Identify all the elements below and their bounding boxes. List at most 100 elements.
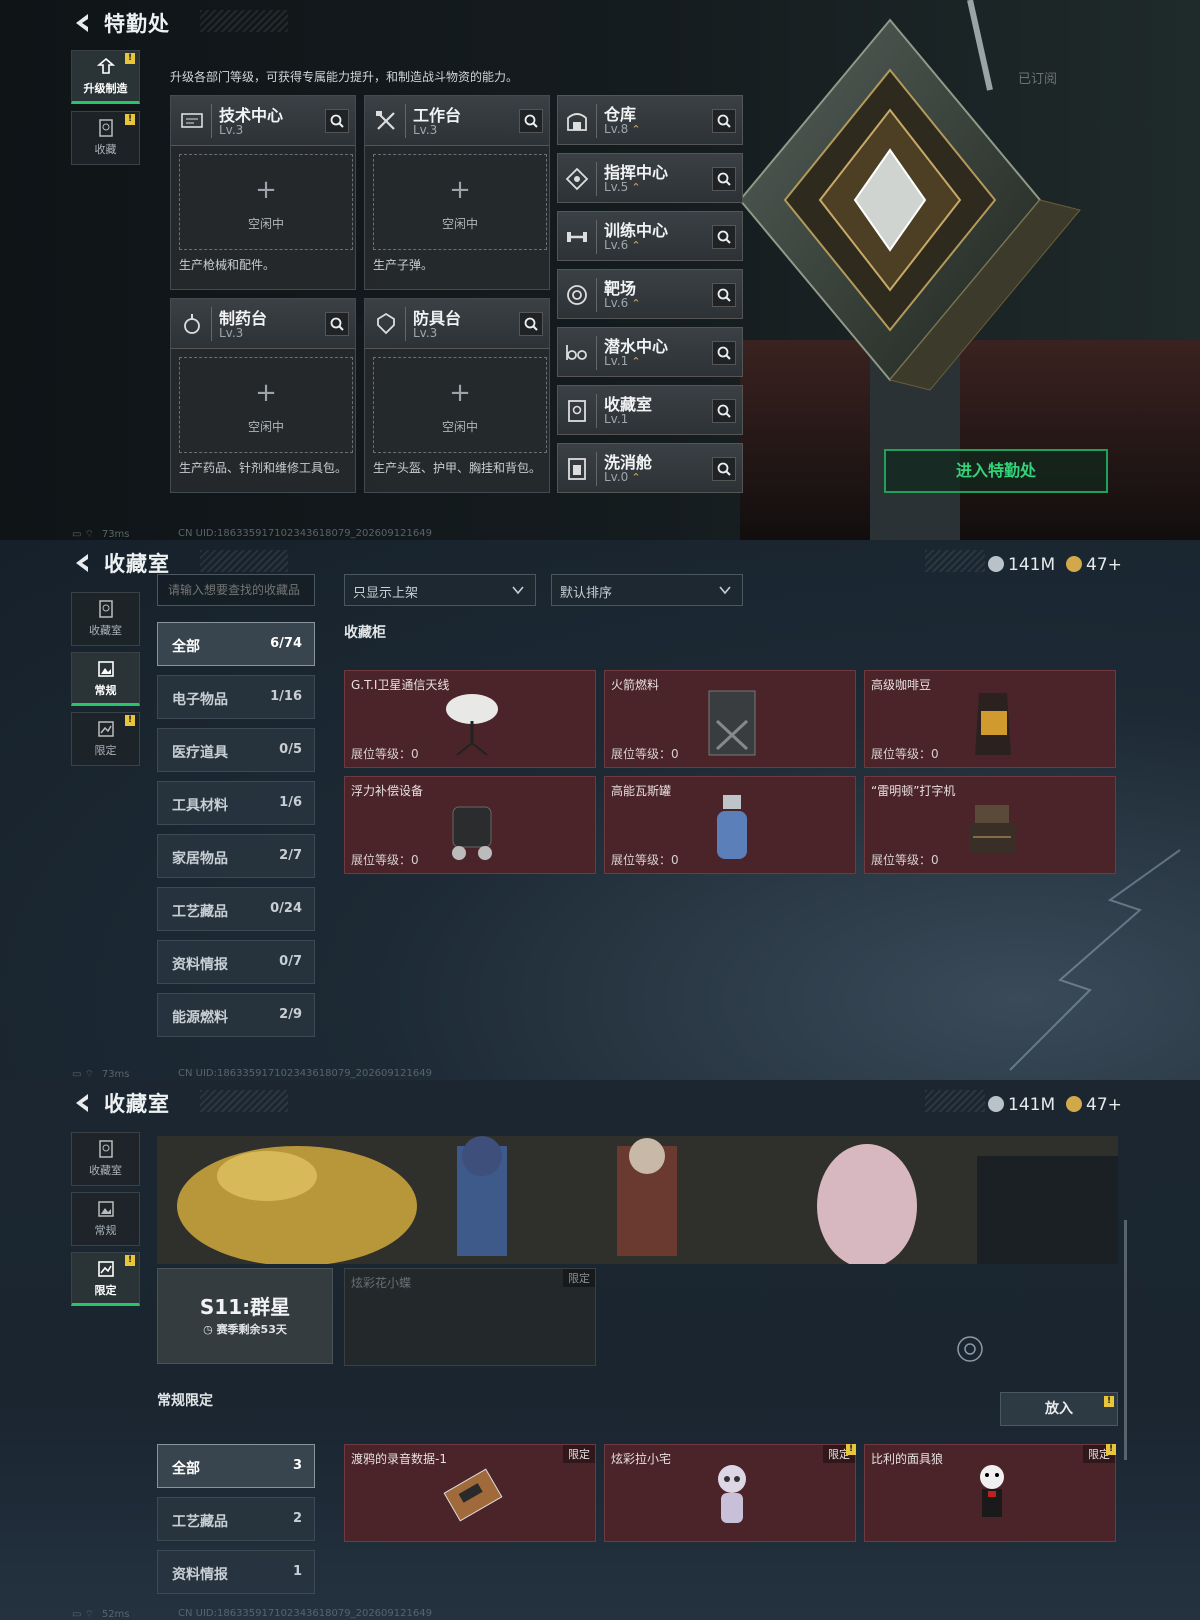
special-ops-screen: 特勤处 升级制造 ! 收藏 ! 升级各部门等级，可获得专属能力提升，和制造战斗物… [0,0,1200,540]
category-crafts[interactable]: 工艺藏品 0/24 [157,887,315,931]
tab-label: 常规 [94,684,117,697]
inspect-button[interactable] [519,109,543,133]
bcd-icon [452,806,492,860]
back-button[interactable] [72,1092,94,1114]
workshop-level: Lv.3 [413,123,438,137]
enter-special-ops-button[interactable]: 进入特勤处 [884,449,1108,493]
tab-collection-room[interactable]: 收藏室 [71,592,140,646]
inspect-button[interactable] [712,283,736,307]
item-level: 展位等级：0 [871,853,939,867]
item-name: 炫彩拉小宅 [611,1452,672,1466]
upgrade-icon [96,57,115,74]
diving-center-icon [566,345,587,360]
header-stripe [200,10,288,32]
warehouse-icon [567,113,587,131]
sort-dropdown[interactable]: 默认排序 [551,574,743,606]
category-all[interactable]: 全部 6/74 [157,622,315,666]
tab-limited[interactable]: 限定 ! [71,712,140,766]
facility-command-center[interactable]: 指挥中心 Lv.5 ⌃ [557,153,743,203]
search-input[interactable] [157,574,315,606]
inspect-button[interactable] [325,312,349,336]
satellite-antenna-icon [446,694,498,756]
workshop-card[interactable]: 技术中心 Lv.3 + 空闲中 生产枪械和配件。 [170,95,356,290]
inspect-button[interactable] [712,167,736,191]
collection-item[interactable]: 火箭燃料 展位等级：0 [604,670,856,768]
header-stripe [200,1090,288,1112]
facility-training-center[interactable]: 训练中心 Lv.6 ⌃ [557,211,743,261]
facility-warehouse[interactable]: 仓库 Lv.8 ⌃ [557,95,743,145]
category-intel[interactable]: 资料情报 0/7 [157,940,315,984]
inspect-button[interactable] [712,109,736,133]
collection-icon [98,119,113,137]
item-level: 展位等级：0 [351,747,419,761]
tab-regular[interactable]: 常规 [71,652,140,706]
craft-slot[interactable]: + 空闲中 [179,357,353,453]
category-all[interactable]: 全部 3 [157,1444,315,1488]
currency-gold: 47+ [1066,555,1122,577]
craft-slot[interactable]: + 空闲中 [373,357,547,453]
filter-dropdown[interactable]: 只显示上架 [344,574,536,606]
page-title: 特勤处 [104,12,170,36]
item-level: 展位等级：0 [351,853,419,867]
collection-item[interactable]: 高能瓦斯罐 展位等级：0 [604,776,856,874]
collection-item[interactable]: G.T.I卫星通信天线 展位等级：0 [344,670,596,768]
category-energy[interactable]: 能源燃料 2/9 [157,993,315,1037]
place-button[interactable]: 放入 ! [1000,1392,1118,1426]
season-name: S11:群星 [199,1295,291,1319]
showcase-banner [157,1136,1118,1264]
category-electronics[interactable]: 电子物品 1/16 [157,675,315,719]
craft-slot[interactable]: + 空闲中 [373,154,547,250]
craft-slot[interactable]: + 空闲中 [179,154,353,250]
tab-label: 常规 [94,1224,117,1237]
facility-diving-center[interactable]: 潜水中心 Lv.1 ⌃ [557,327,743,377]
wifi-icon: ⌔ [84,1609,95,1620]
back-button[interactable] [72,552,94,574]
workshop-card[interactable]: 防具台 Lv.3 + 空闲中 生产头盔、护甲、胸挂和背包。 [364,298,550,493]
limited-item[interactable]: 炫彩拉小宅 限定 ! [604,1444,856,1542]
workshop-card[interactable]: 制药台 Lv.3 + 空闲中 生产药品、针剂和维修工具包。 [170,298,356,493]
category-crafts[interactable]: 工艺藏品 2 [157,1497,315,1541]
tab-regular[interactable]: 常规 [71,1192,140,1246]
section-title: 常规限定 [157,1393,213,1409]
category-tools[interactable]: 工具材料 1/6 [157,781,315,825]
collection-room-icon [568,400,586,422]
tab-upgrade-craft[interactable]: 升级制造 ! [71,50,140,104]
collection-item[interactable]: “雷明顿”打字机 展位等级：0 [864,776,1116,874]
currency-silver: 141M [988,555,1055,577]
inspect-button[interactable] [519,312,543,336]
collection-item[interactable]: 高级咖啡豆 展位等级：0 [864,670,1116,768]
target-icon[interactable] [955,1334,985,1364]
limited-item[interactable]: 渡鸦的录音数据-1 限定 [344,1444,596,1542]
inspect-button[interactable] [712,399,736,423]
gas-canister-icon [717,795,747,859]
ping-text: 73ms [101,1069,130,1080]
item-name: G.T.I卫星通信天线 [351,678,450,692]
inspect-button[interactable] [712,225,736,249]
featured-item-card[interactable]: 炫彩花小蝶 限定 [344,1268,596,1366]
facility-decon-chamber[interactable]: 洗消舱 Lv.0 ⌃ [557,443,743,493]
workshop-card[interactable]: 工作台 Lv.3 + 空闲中 生产子弹。 [364,95,550,290]
inspect-button[interactable] [712,341,736,365]
tab-collection-room[interactable]: 收藏室 [71,1132,140,1186]
inspect-button[interactable] [712,457,736,481]
header-stripe [200,550,288,572]
back-button[interactable] [72,12,94,34]
category-intel[interactable]: 资料情报 1 [157,1550,315,1594]
inspect-button[interactable] [325,109,349,133]
workshop-desc: 生产子弹。 [373,258,434,272]
scrollbar[interactable] [1124,1220,1127,1460]
category-medical[interactable]: 医疗道具 0/5 [157,728,315,772]
limited-item[interactable]: 比利的面具狼 限定 ! [864,1444,1116,1542]
category-household[interactable]: 家居物品 2/7 [157,834,315,878]
featured-item-name: 炫彩花小蝶 [351,1276,412,1290]
tab-label: 升级制造 [83,82,128,95]
currency-gold: 47+ [1066,1095,1122,1117]
collection-item[interactable]: 浮力补偿设备 展位等级：0 [344,776,596,874]
facility-collection-room[interactable]: 收藏室 Lv.1 [557,385,743,435]
tab-collection[interactable]: 收藏 ! [71,111,140,165]
item-level: 展位等级：0 [871,747,939,761]
facility-shooting-range[interactable]: 靶场 Lv.6 ⌃ [557,269,743,319]
search-icon [717,288,731,302]
tab-limited[interactable]: 限定 ! [71,1252,140,1306]
search-icon [717,462,731,476]
